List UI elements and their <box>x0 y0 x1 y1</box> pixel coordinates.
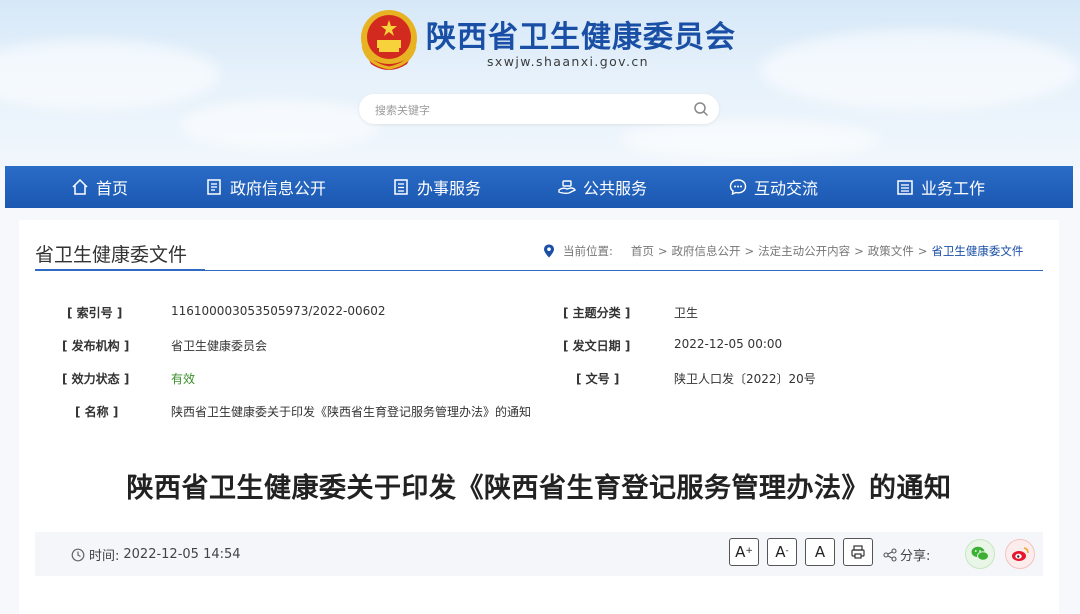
home-icon <box>72 178 88 195</box>
breadcrumb-prefix: 当前位置: <box>563 244 613 258</box>
breadcrumb-statutory[interactable]: 法定主动公开内容 <box>758 243 850 259</box>
section-title: 省卫生健康委文件 <box>35 244 188 266</box>
article-toolbar: 时间: 2022-12-05 14:54 A + A- A 分享: <box>35 532 1043 576</box>
status-value: 有效 <box>171 372 196 386</box>
publisher-label: [ 发布机构 ] <box>62 339 130 353</box>
document-title: 陕西省卫生健康委关于印发《陕西省生育登记服务管理办法》的通知 <box>126 473 952 504</box>
weibo-share-button[interactable] <box>1005 539 1035 569</box>
print-button[interactable] <box>843 538 873 566</box>
topic-value: 卫生 <box>674 306 699 320</box>
section-divider-accent <box>35 269 205 271</box>
wechat-share-button[interactable] <box>965 539 995 569</box>
search-input[interactable] <box>373 100 677 120</box>
breadcrumb-current[interactable]: 省卫生健康委文件 <box>931 243 1023 259</box>
time-label: 时间: <box>89 549 120 564</box>
list-icon <box>394 179 408 195</box>
nav-item-label: 政府信息公开 <box>230 179 327 198</box>
docno-label: [ 文号 ] <box>576 372 620 386</box>
docno-value: 陕卫人口发〔2022〕20号 <box>674 372 816 386</box>
breadcrumb-separator: > <box>917 244 928 258</box>
nav-item-interaction[interactable]: 互动交流 <box>728 166 818 208</box>
nav-item-services[interactable]: 办事服务 <box>391 166 481 208</box>
weibo-icon <box>1012 547 1029 561</box>
font-decrease-button[interactable]: A- <box>767 538 797 566</box>
publisher-value: 省卫生健康委员会 <box>171 339 268 353</box>
search-box <box>359 94 719 124</box>
main-nav: 首页 政府信息公开 办事服务 公共服务 互动交流 业务工作 <box>5 166 1073 208</box>
date-label: [ 发文日期 ] <box>563 339 631 353</box>
site-title: 陕西省卫生健康委员会 <box>426 20 736 55</box>
clock-icon <box>71 548 85 561</box>
publish-time: 时间: 2022-12-05 14:54 <box>71 545 241 564</box>
breadcrumb-separator: > <box>854 244 864 258</box>
document-icon <box>207 179 221 195</box>
date-value: 2022-12-05 00:00 <box>674 337 783 351</box>
wechat-icon <box>971 546 989 561</box>
national-emblem-logo <box>361 10 417 70</box>
nav-item-label: 业务工作 <box>921 179 986 198</box>
cloud-decoration <box>620 120 880 160</box>
nav-item-label: 公共服务 <box>583 179 648 198</box>
breadcrumb-separator: > <box>657 244 668 258</box>
font-increase-button[interactable]: A + <box>729 538 759 566</box>
font-default-button[interactable]: A <box>805 538 835 566</box>
nav-item-gov-info[interactable]: 政府信息公开 <box>204 166 326 208</box>
topic-label: [ 主题分类 ] <box>563 306 631 320</box>
breadcrumb: 当前位置: 首页 > 政府信息公开 > 法定主动公开内容 > 政策文件 > 省卫… <box>543 243 1023 259</box>
briefcase-icon <box>897 180 913 195</box>
status-label: [ 效力状态 ] <box>62 372 130 386</box>
nav-item-label: 首页 <box>96 179 129 198</box>
share-label: 分享: <box>883 545 930 564</box>
search-icon[interactable] <box>693 101 709 117</box>
service-icon <box>558 180 576 195</box>
share-icon <box>883 547 897 562</box>
time-value: 2022-12-05 14:54 <box>123 547 241 562</box>
chat-icon <box>729 179 747 196</box>
breadcrumb-separator: > <box>744 244 755 258</box>
index-label: [ 索引号 ] <box>67 306 123 320</box>
name-label: [ 名称 ] <box>75 405 119 419</box>
cloud-decoration <box>760 30 1080 110</box>
print-icon <box>851 545 865 559</box>
font-decrease-mark: - <box>785 546 789 556</box>
nav-item-business[interactable]: 业务工作 <box>895 166 985 208</box>
nav-item-public-services[interactable]: 公共服务 <box>557 166 647 208</box>
breadcrumb-policy[interactable]: 政策文件 <box>868 243 914 259</box>
breadcrumb-gov-info[interactable]: 政府信息公开 <box>672 243 741 259</box>
nav-item-home[interactable]: 首页 <box>70 166 128 208</box>
breadcrumb-home[interactable]: 首页 <box>631 243 654 259</box>
content-panel: 省卫生健康委文件 当前位置: 首页 > 政府信息公开 > 法定主动公开内容 > … <box>19 220 1059 614</box>
cloud-decoration <box>180 100 380 150</box>
nav-item-label: 办事服务 <box>417 179 482 198</box>
location-pin-icon <box>544 244 554 258</box>
nav-item-label: 互动交流 <box>754 179 819 198</box>
font-increase-mark: + <box>745 546 753 556</box>
cloud-decoration <box>0 40 220 110</box>
site-domain: sxwjw.shaanxi.gov.cn <box>487 54 649 69</box>
site-header: 陕西省卫生健康委员会 sxwjw.shaanxi.gov.cn <box>0 0 1080 168</box>
index-value: 116100003053505973/2022-00602 <box>171 304 386 318</box>
name-value: 陕西省卫生健康委关于印发《陕西省生育登记服务管理办法》的通知 <box>171 405 532 419</box>
